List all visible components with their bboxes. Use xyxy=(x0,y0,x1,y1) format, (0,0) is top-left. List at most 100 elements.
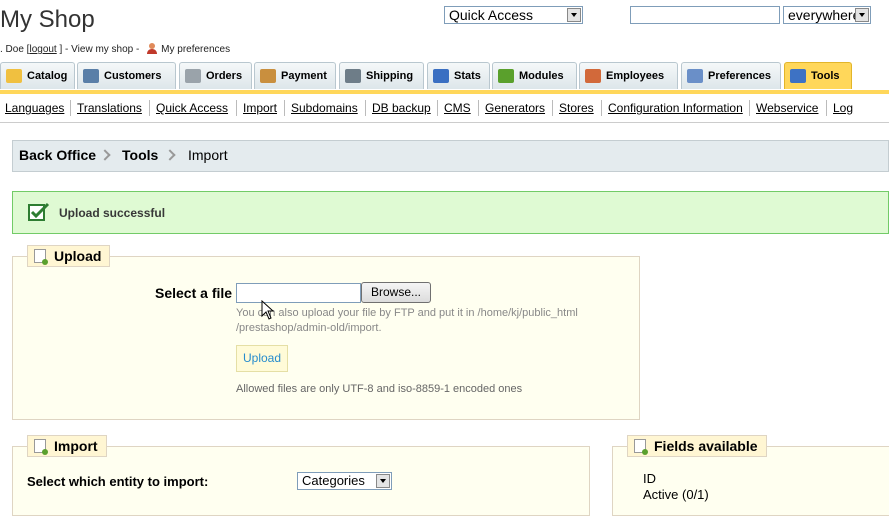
tab-label: Preferences xyxy=(708,70,771,82)
upload-button[interactable]: Upload xyxy=(236,345,288,372)
allowed-files-note: Allowed files are only UTF-8 and iso-885… xyxy=(236,383,523,395)
subnav-divider xyxy=(478,100,479,116)
search-scope-value: everywhere xyxy=(788,7,861,23)
quick-access-select[interactable]: Quick Access xyxy=(444,6,583,24)
view-shop-link[interactable]: View my shop xyxy=(71,44,133,55)
subnav-languages[interactable]: Languages xyxy=(5,101,64,115)
import-legend: Import xyxy=(27,435,107,457)
subnav-subdomains[interactable]: Subdomains xyxy=(291,101,358,115)
subnav-webservice[interactable]: Webservice xyxy=(756,101,818,115)
list-item: ID xyxy=(643,471,656,486)
shipping-icon xyxy=(345,69,361,83)
tab-preferences[interactable]: Preferences xyxy=(681,62,781,89)
success-alert: Upload successful xyxy=(12,191,889,234)
ftp-hint-line1: You can also upload your file by FTP and… xyxy=(236,307,578,319)
subnav-db-backup[interactable]: DB backup xyxy=(372,101,431,115)
customers-icon xyxy=(83,69,99,83)
tab-label: Stats xyxy=(454,70,481,82)
preferences-icon xyxy=(687,69,703,83)
subnav-divider xyxy=(365,100,366,116)
search-input[interactable] xyxy=(630,6,780,24)
tab-customers[interactable]: Customers xyxy=(77,62,176,89)
entity-select[interactable]: Categories xyxy=(297,472,392,490)
fields-legend-label: Fields available xyxy=(654,438,758,454)
chevron-down-icon xyxy=(567,8,581,22)
user-name: . Doe [ xyxy=(0,44,30,55)
tab-catalog[interactable]: Catalog xyxy=(0,62,75,89)
stats-icon xyxy=(433,69,449,83)
upload-fieldset: Upload Select a file Browse... You can a… xyxy=(12,245,640,420)
upload-legend: Upload xyxy=(27,245,111,267)
tab-label: Tools xyxy=(811,70,840,82)
chevron-right-icon xyxy=(164,149,176,161)
my-preferences-link[interactable]: My preferences xyxy=(161,44,230,55)
catalog-icon xyxy=(6,69,22,83)
subnav-divider xyxy=(826,100,827,116)
fields-fieldset: Fields available ID Active (0/1) xyxy=(612,435,889,516)
subnav-import[interactable]: Import xyxy=(243,101,277,115)
subnav-divider xyxy=(70,100,71,116)
upload-legend-label: Upload xyxy=(54,248,102,264)
file-input[interactable] xyxy=(236,283,361,303)
quick-access-value: Quick Access xyxy=(449,7,534,23)
payment-icon xyxy=(260,69,276,83)
chevron-down-icon xyxy=(376,474,390,488)
subnav-generators[interactable]: Generators xyxy=(485,101,545,115)
tab-label: Customers xyxy=(104,70,162,82)
tab-shipping[interactable]: Shipping xyxy=(339,62,424,89)
checkmark-icon xyxy=(28,202,50,221)
tab-label: Payment xyxy=(281,70,327,82)
user-line: . Doe [logout ] - View my shop - My pref… xyxy=(0,42,230,55)
subnav-divider xyxy=(149,100,150,116)
select-file-label: Select a file xyxy=(155,285,233,301)
subnav-translations[interactable]: Translations xyxy=(77,101,142,115)
entity-label: Select which entity to import: xyxy=(27,474,209,489)
tab-label: Orders xyxy=(206,70,243,82)
subnav-cms[interactable]: CMS xyxy=(444,101,471,115)
breadcrumb-root[interactable]: Back Office xyxy=(19,147,96,163)
orders-icon xyxy=(185,69,201,83)
subnav-quick-access[interactable]: Quick Access xyxy=(156,101,228,115)
tab-label: Shipping xyxy=(366,70,414,82)
tab-label: Modules xyxy=(519,70,564,82)
browse-button[interactable]: Browse... xyxy=(361,282,431,303)
tab-payment[interactable]: Payment xyxy=(254,62,336,89)
entity-value: Categories xyxy=(302,473,365,488)
main-tabs: Catalog Customers Orders Payment Shipping Sta… xyxy=(0,62,889,90)
tab-orders[interactable]: Orders xyxy=(179,62,252,89)
mouse-cursor-icon xyxy=(261,300,275,320)
chevron-right-icon xyxy=(99,149,111,161)
subnav-divider xyxy=(236,100,237,116)
modules-icon xyxy=(498,69,514,83)
breadcrumb-current: Import xyxy=(188,147,228,163)
list-item: Active (0/1) xyxy=(643,487,709,502)
tab-modules[interactable]: Modules xyxy=(492,62,577,89)
success-message: Upload successful xyxy=(59,206,166,220)
import-legend-label: Import xyxy=(54,438,98,454)
shop-title: My Shop xyxy=(0,6,95,33)
employees-icon xyxy=(585,69,601,83)
subnav-divider xyxy=(437,100,438,116)
tab-stats[interactable]: Stats xyxy=(427,62,490,89)
user-icon xyxy=(146,42,158,54)
tools-subnav: Languages Translations Quick Access Import S… xyxy=(0,94,889,123)
breadcrumb-section[interactable]: Tools xyxy=(122,147,158,163)
tab-label: Catalog xyxy=(27,70,68,82)
subnav-divider xyxy=(601,100,602,116)
tools-icon xyxy=(790,69,806,83)
chevron-down-icon xyxy=(855,8,869,22)
subnav-stores[interactable]: Stores xyxy=(559,101,594,115)
fields-legend: Fields available xyxy=(627,435,767,457)
user-separator: ] - xyxy=(59,44,69,55)
subnav-log[interactable]: Log xyxy=(833,101,853,115)
logout-link[interactable]: logout xyxy=(29,44,56,55)
search-scope-select[interactable]: everywhere xyxy=(783,6,871,24)
tab-tools[interactable]: Tools xyxy=(784,62,852,89)
ftp-hint-line2: /prestashop/admin-old/import. xyxy=(236,322,382,334)
subnav-configuration-information[interactable]: Configuration Information xyxy=(608,101,743,115)
tab-label: Employees xyxy=(606,70,665,82)
document-icon xyxy=(634,439,648,455)
subnav-divider xyxy=(552,100,553,116)
tab-employees[interactable]: Employees xyxy=(579,62,678,89)
subnav-divider xyxy=(749,100,750,116)
